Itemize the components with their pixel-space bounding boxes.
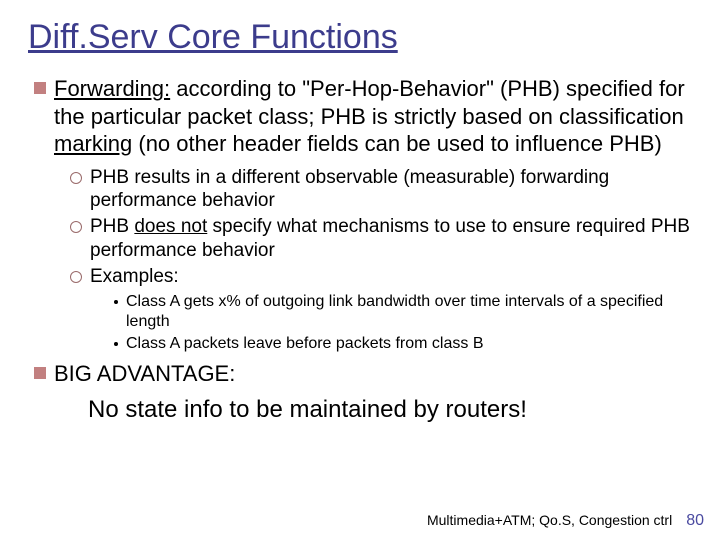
s2b: does not (134, 216, 207, 237)
sub-text-2: PHB does not specify what mechanisms to … (90, 215, 692, 263)
circle-bullet-icon (70, 172, 82, 184)
slide-content: Diff.Serv Core Functions Forwarding: acc… (0, 0, 720, 424)
sub-bullet-1: PHB results in a different observable (m… (70, 166, 692, 214)
square-bullet-icon (34, 82, 46, 94)
example-1: Class A gets x% of outgoing link bandwid… (114, 292, 692, 332)
circle-bullet-icon (70, 271, 82, 283)
s2a: PHB (90, 216, 134, 237)
advantage-statement: No state info to be maintained by router… (88, 396, 692, 424)
example-text-2: Class A packets leave before packets fro… (126, 334, 484, 354)
advantage-label: BIG ADVANTAGE: (54, 360, 235, 388)
bullet-advantage: BIG ADVANTAGE: (34, 360, 692, 388)
footer-text: Multimedia+ATM; Qo.S, Congestion ctrl (427, 512, 672, 528)
forwarding-label: Forwarding: (54, 76, 170, 101)
sub-text-3: Examples: (90, 265, 179, 289)
marking-word: marking (54, 131, 132, 156)
sub-bullets: PHB results in a different observable (m… (70, 166, 692, 289)
forwarding-tail: (no other header fields can be used to i… (132, 131, 662, 156)
square-bullet-icon (34, 367, 46, 379)
sub-bullet-2: PHB does not specify what mechanisms to … (70, 215, 692, 263)
slide-title: Diff.Serv Core Functions (28, 18, 692, 57)
sub-bullet-3: Examples: (70, 265, 692, 289)
dot-bullet-icon (114, 342, 118, 346)
example-bullets: Class A gets x% of outgoing link bandwid… (114, 292, 692, 354)
dot-bullet-icon (114, 300, 118, 304)
page-number: 80 (686, 512, 704, 530)
sub-text-1: PHB results in a different observable (m… (90, 166, 692, 214)
bullet-forwarding: Forwarding: according to "Per-Hop-Behavi… (34, 75, 692, 158)
slide-footer: Multimedia+ATM; Qo.S, Congestion ctrl 80 (427, 512, 704, 530)
example-text-1: Class A gets x% of outgoing link bandwid… (126, 292, 692, 332)
example-2: Class A packets leave before packets fro… (114, 334, 692, 354)
circle-bullet-icon (70, 221, 82, 233)
bullet-text: Forwarding: according to "Per-Hop-Behavi… (54, 75, 692, 158)
